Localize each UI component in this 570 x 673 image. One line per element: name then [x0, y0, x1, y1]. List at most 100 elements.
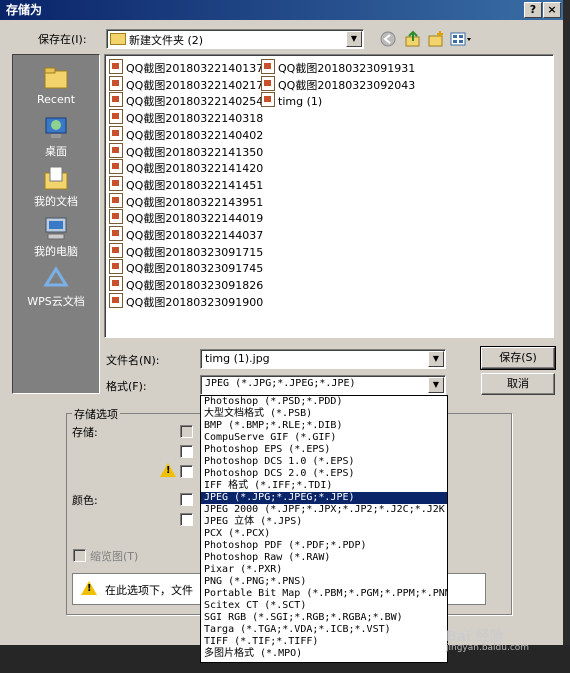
format-dropdown-list[interactable]: Photoshop (*.PSD;*.PDD) 大型文档格式 (*.PSB) BMP… [200, 395, 448, 663]
save-in-value: 新建文件夹 (2) [129, 34, 204, 47]
format-option[interactable]: 多图片格式 (*.MPO) [201, 648, 447, 660]
format-option[interactable]: Photoshop EPS (*.EPS) [201, 444, 447, 456]
save-option-checkbox[interactable] [180, 425, 193, 438]
image-file-icon [109, 59, 123, 74]
file-item[interactable]: QQ截图20180322140402 [109, 125, 264, 142]
thumbnail-checkbox[interactable] [73, 549, 86, 562]
back-icon[interactable] [380, 31, 396, 47]
format-option[interactable]: Photoshop Raw (*.RAW) [201, 552, 447, 564]
thumbnail-label: 缩览图(T) [90, 550, 139, 563]
recent-icon [44, 67, 68, 89]
save-option-checkbox[interactable] [180, 465, 193, 478]
format-option[interactable]: BMP (*.BMP;*.RLE;*.DIB) [201, 420, 447, 432]
place-wps-cloud[interactable]: WPS云文档 [13, 265, 99, 309]
close-button[interactable]: × [543, 2, 561, 18]
watermark-url: jingyan.baidu.com [446, 643, 530, 653]
format-option[interactable]: 大型文档格式 (*.PSB) [201, 408, 447, 420]
file-name: QQ截图20180322144037 [126, 229, 264, 242]
format-option[interactable]: Portable Bit Map (*.PBM;*.PGM;*.PPM;*.PN… [201, 588, 447, 600]
format-option[interactable]: Photoshop (*.PSD;*.PDD) [201, 396, 447, 408]
image-file-icon [109, 292, 123, 308]
format-option[interactable]: Photoshop PDF (*.PDF;*.PDP) [201, 540, 447, 552]
my-computer-icon [45, 217, 67, 240]
save-in-label: 保存在(I): [38, 33, 87, 46]
file-item[interactable]: QQ截图20180322141350 [109, 142, 263, 159]
place-label: WPS云文档 [27, 295, 85, 308]
file-item[interactable]: QQ截图20180322144037 [109, 226, 263, 242]
background-strip [563, 0, 570, 673]
up-folder-icon[interactable] [404, 30, 422, 48]
image-file-icon [109, 175, 123, 191]
file-item[interactable]: QQ截图20180323091715 [109, 242, 263, 259]
chevron-down-icon[interactable]: ▼ [346, 31, 362, 47]
filename-label: 文件名(N): [106, 354, 160, 367]
file-name: QQ截图20180322143951 [126, 195, 264, 209]
format-option[interactable]: JPEG (*.JPG;*.JPEG;*.JPE) [201, 492, 447, 504]
file-item[interactable]: QQ截图20180323091931 [261, 59, 415, 75]
file-item[interactable]: QQ截图20180322140318 [109, 109, 263, 125]
file-item[interactable]: QQ截图20180322143951 [109, 192, 264, 209]
warning-icon: ! [160, 463, 176, 477]
place-label: 我的电脑 [34, 245, 78, 258]
place-recent[interactable]: Recent [13, 65, 99, 106]
format-option[interactable]: Targa (*.TGA;*.VDA;*.ICB;*.VST) [201, 624, 447, 636]
color-option-checkbox[interactable] [180, 493, 193, 506]
format-option[interactable]: Photoshop DCS 1.0 (*.EPS) [201, 456, 447, 468]
filename-input[interactable]: timg (1).jpg ▼ [200, 349, 446, 369]
file-item[interactable]: QQ截图20180323091900 [109, 292, 263, 309]
image-file-icon [109, 142, 123, 158]
format-option[interactable]: Scitex CT (*.SCT) [201, 600, 447, 612]
place-desktop[interactable]: 桌面 [13, 115, 99, 159]
file-item[interactable]: timg (1) [261, 92, 322, 108]
file-list[interactable]: QQ截图20180322140137 QQ截图20180322140217 QQ截图… [104, 54, 554, 338]
format-option[interactable]: SGI RGB (*.SGI;*.RGB;*.RGBA;*.BW) [201, 612, 447, 624]
file-name: QQ截图20180322140217 [126, 78, 264, 92]
place-my-documents[interactable]: 我的文档 [13, 165, 99, 209]
file-item[interactable]: QQ截图20180322141451 [109, 175, 263, 192]
file-item[interactable]: QQ截图20180322140137 [109, 59, 263, 75]
filename-value: timg (1).jpg [205, 352, 270, 365]
new-folder-icon[interactable] [427, 30, 445, 48]
save-in-combo[interactable]: 新建文件夹 (2) ▼ [106, 29, 364, 49]
my-documents-icon [44, 166, 68, 190]
file-item[interactable]: QQ截图20180322141420 [109, 159, 263, 175]
chevron-down-icon[interactable]: ▼ [428, 377, 444, 393]
color-option-checkbox[interactable] [180, 513, 193, 526]
help-button[interactable]: ? [524, 2, 542, 18]
file-item[interactable]: QQ截图20180322140254 [109, 92, 263, 108]
format-option[interactable]: PCX (*.PCX) [201, 528, 447, 540]
file-item[interactable]: QQ截图20180323091826 [109, 276, 263, 292]
cancel-button[interactable]: 取消 [481, 373, 555, 395]
format-option[interactable]: Pixar (*.PXR) [201, 564, 447, 576]
image-file-icon [109, 276, 123, 292]
file-name: timg (1) [278, 95, 323, 109]
format-option[interactable]: JPEG 立体 (*.JPS) [201, 516, 447, 528]
file-name: QQ截图20180323091931 [278, 62, 416, 75]
image-file-icon [109, 159, 123, 175]
image-file-icon [109, 109, 123, 125]
format-option[interactable]: IFF 格式 (*.IFF;*.TDI) [201, 480, 447, 492]
image-file-icon [109, 125, 123, 141]
wps-cloud-icon [43, 266, 69, 287]
file-name: QQ截图20180322140402 [126, 128, 264, 142]
file-name: QQ截图20180322140254 [126, 95, 264, 109]
file-item[interactable]: QQ截图20180323092043 [261, 75, 415, 92]
format-option[interactable]: Photoshop DCS 2.0 (*.EPS) [201, 468, 447, 480]
save-label: 存储: [72, 426, 98, 439]
view-menu-icon[interactable] [450, 30, 474, 48]
dialog-title: 存储为 [6, 3, 43, 17]
format-select[interactable]: JPEG (*.JPG;*.JPEG;*.JPE) ▼ [200, 375, 446, 395]
place-my-computer[interactable]: 我的电脑 [13, 215, 99, 259]
warning-text: 在此选项下，文件 [105, 584, 193, 597]
save-button[interactable]: 保存(S) [480, 346, 556, 370]
format-option[interactable]: TIFF (*.TIF;*.TIFF) [201, 636, 447, 648]
format-option[interactable]: PNG (*.PNG;*.PNS) [201, 576, 447, 588]
format-option[interactable]: CompuServe GIF (*.GIF) [201, 432, 447, 444]
image-file-icon [109, 75, 123, 91]
file-item[interactable]: QQ截图20180323091745 [109, 259, 263, 275]
save-option-checkbox[interactable] [180, 445, 193, 458]
chevron-down-icon[interactable]: ▼ [428, 351, 444, 367]
format-option[interactable]: JPEG 2000 (*.JPF;*.JPX;*.JP2;*.J2C;*.J2K [201, 504, 447, 516]
file-item[interactable]: QQ截图20180322140217 [109, 75, 264, 92]
file-item[interactable]: QQ截图20180322144019 [109, 209, 263, 225]
